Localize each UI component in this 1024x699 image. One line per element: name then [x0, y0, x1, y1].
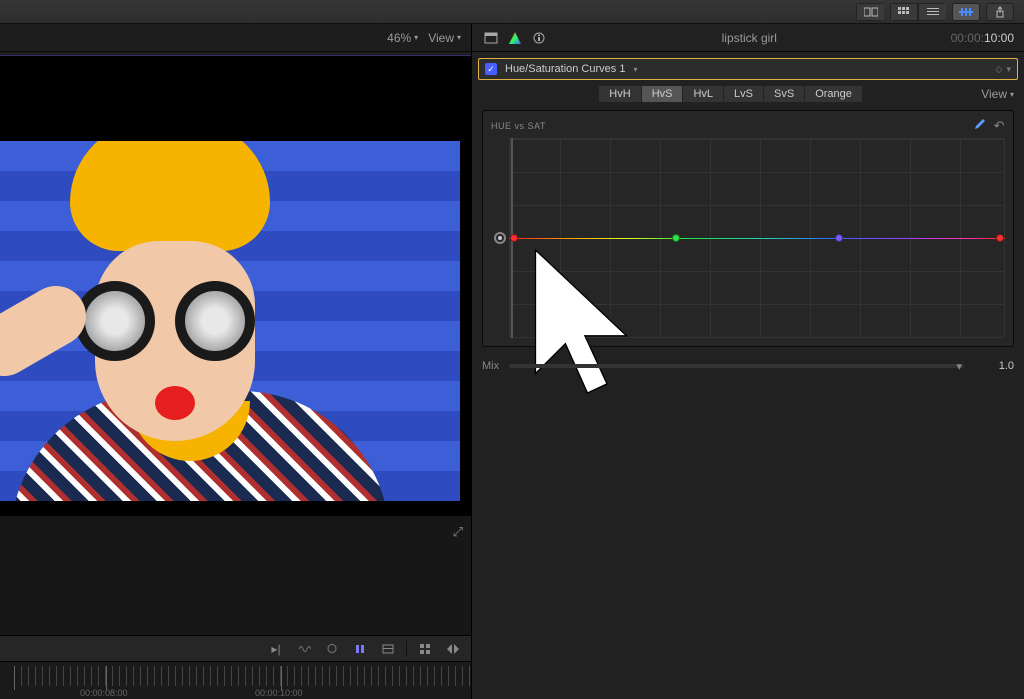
timeline-tool-bar: ▸| — [0, 635, 471, 661]
curve-control-point[interactable] — [510, 234, 518, 242]
timeline-index-icon[interactable] — [378, 640, 398, 658]
curve-graph[interactable] — [491, 138, 1005, 338]
curve-type-segmented: HvHHvSHvLLvSSvSOrange — [598, 85, 863, 103]
viewer-view-menu[interactable]: View ▾ — [428, 31, 461, 45]
curve-title: HUE vs SAT — [491, 121, 546, 131]
viewer-lower-area: ⤢ ▸| — [0, 516, 471, 699]
viewer-header: 46% ▾ View ▾ — [0, 24, 471, 52]
inspector-toggle-icon[interactable] — [952, 3, 980, 21]
video-inspector-tab-icon[interactable] — [482, 29, 500, 47]
chevron-down-icon: ▾ — [414, 33, 418, 42]
ruler-label: 00:00:08:00 — [80, 688, 128, 698]
curve-tab-hvl[interactable]: HvL — [682, 85, 723, 103]
eyedropper-icon[interactable] — [972, 117, 986, 134]
viewer-panel: 46% ▾ View ▾ ⤢ — [0, 24, 472, 699]
layout-switcher — [856, 3, 884, 21]
effects-browser-icon[interactable] — [415, 640, 435, 658]
chevron-down-icon: ▾ — [633, 65, 637, 74]
app-top-toolbar — [0, 0, 1024, 24]
hue-spectrum-line — [509, 237, 1005, 239]
curve-tab-orange[interactable]: Orange — [804, 85, 863, 103]
chevron-down-icon: ▾ — [1010, 90, 1014, 99]
mix-slider-knob[interactable]: ▾ — [956, 360, 962, 373]
chevron-down-icon[interactable]: ▾ — [1006, 64, 1011, 75]
zoom-value: 46% — [387, 31, 411, 45]
timeline-ruler[interactable]: 00:00:08:00 00:00:10:00 — [0, 661, 471, 699]
share-button[interactable] — [986, 3, 1014, 21]
reset-curve-icon[interactable]: ↶ — [994, 118, 1005, 134]
mix-row: Mix ▾ 1.0 — [482, 353, 1014, 379]
zoom-menu[interactable]: 46% ▾ — [387, 31, 418, 45]
solo-icon[interactable] — [322, 640, 342, 658]
ruler-label: 00:00:10:00 — [255, 688, 303, 698]
effect-header-row[interactable]: ✓ Hue/Saturation Curves 1 ▾ ◇ ▾ — [478, 58, 1018, 80]
viewer-canvas[interactable] — [0, 56, 471, 516]
curves-view-label: View — [981, 87, 1007, 101]
prev-effect-icon[interactable]: ◇ — [996, 64, 1003, 75]
snapping-icon[interactable] — [350, 640, 370, 658]
list-view-icon[interactable] — [918, 3, 946, 21]
curve-tab-svs[interactable]: SvS — [763, 85, 804, 103]
color-inspector-tab-icon[interactable] — [506, 29, 524, 47]
skimming-icon[interactable]: ▸| — [266, 640, 286, 658]
effect-nav-arrows: ◇ ▾ — [996, 64, 1011, 75]
preview-frame — [0, 141, 460, 501]
curve-origin-handle[interactable] — [494, 232, 506, 244]
mix-slider[interactable]: ▾ — [509, 364, 964, 368]
chevron-down-icon: ▾ — [457, 33, 461, 42]
hue-sat-curve-panel: HUE vs SAT ↶ — [482, 110, 1014, 347]
filmstrip-icon[interactable] — [890, 3, 918, 21]
expand-viewer-icon[interactable]: ⤢ — [453, 524, 463, 540]
curves-tabs-bar: HvHHvSHvLLvSSvSOrange View ▾ — [472, 80, 1024, 108]
info-inspector-tab-icon[interactable] — [530, 29, 548, 47]
layout-dual-icon[interactable] — [856, 3, 884, 21]
effect-name: Hue/Saturation Curves 1 — [505, 63, 625, 75]
viewer-view-label: View — [428, 31, 454, 45]
effect-enable-checkbox[interactable]: ✓ — [485, 63, 497, 75]
transitions-browser-icon[interactable] — [443, 640, 463, 658]
view-mode-group — [890, 3, 946, 21]
curve-control-point[interactable] — [835, 234, 843, 242]
curve-tab-lvs[interactable]: LvS — [723, 85, 763, 103]
mix-value[interactable]: 1.0 — [974, 360, 1014, 372]
mix-label: Mix — [482, 360, 499, 372]
inspector-panel: lipstick girl 00:00:10:00 ✓ Hue/Saturati… — [472, 24, 1024, 699]
audio-skimming-icon[interactable] — [294, 640, 314, 658]
curve-tab-hvh[interactable]: HvH — [598, 85, 640, 103]
clip-title: lipstick girl — [554, 31, 945, 45]
curve-tab-hvs[interactable]: HvS — [641, 85, 683, 103]
clip-timecode: 00:00:10:00 — [951, 31, 1014, 45]
curve-control-point[interactable] — [996, 234, 1004, 242]
inspector-header: lipstick girl 00:00:10:00 — [472, 24, 1024, 52]
curves-view-menu[interactable]: View ▾ — [981, 87, 1014, 101]
